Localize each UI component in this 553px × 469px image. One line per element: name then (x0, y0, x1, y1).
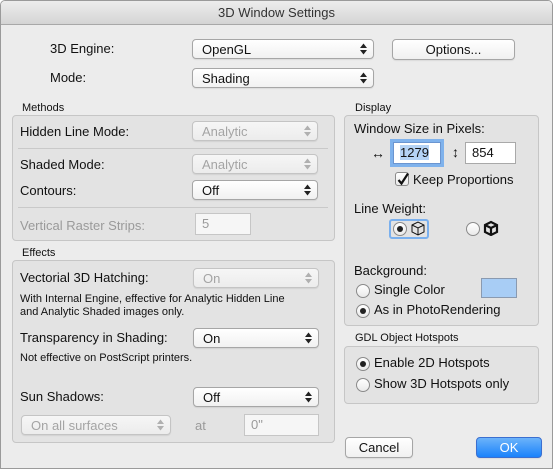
photorendering-radio[interactable] (356, 304, 370, 318)
shaded-mode-select[interactable]: Analytic (192, 154, 318, 174)
sun-shadows-label: Sun Shadows: (20, 389, 104, 404)
raster-strips-field[interactable]: 5 (195, 213, 251, 235)
transparency-value: On (203, 331, 221, 346)
hidden-line-label: Hidden Line Mode: (20, 124, 130, 139)
updown-arrows-icon (305, 391, 312, 403)
contours-label: Contours: (20, 183, 77, 198)
width-value: 1279 (400, 145, 429, 160)
width-field[interactable]: 1279 (393, 142, 441, 164)
line-weight-uniform-radio[interactable] (393, 222, 407, 236)
hatching-note-line2: and Analytic Shaded images only. (20, 306, 185, 318)
single-color-label: Single Color (374, 282, 445, 297)
line-weight-label: Line Weight: (354, 201, 427, 216)
effects-group: Vectorial 3D Hatching: On With Internal … (12, 260, 335, 443)
engine-select[interactable]: OpenGL (192, 39, 374, 59)
hatching-label: Vectorial 3D Hatching: (20, 270, 149, 285)
line-weight-bold-radio[interactable] (466, 222, 480, 236)
background-label: Background: (354, 263, 427, 278)
shadow-height-field[interactable]: 0" (244, 414, 319, 436)
engine-select-value: OpenGL (202, 42, 252, 57)
uniform-line-icon (411, 221, 425, 236)
show-3d-hotspots-radio[interactable] (356, 378, 370, 392)
bold-line-icon (483, 220, 499, 236)
cancel-button[interactable]: Cancel (345, 437, 413, 458)
shaded-mode-label: Shaded Mode: (20, 157, 105, 172)
single-color-radio[interactable] (356, 284, 370, 298)
show-3d-hotspots-label: Show 3D Hotspots only (374, 376, 510, 391)
surfaces-select[interactable]: On all surfaces (21, 415, 171, 435)
mode-select[interactable]: Shading (192, 68, 374, 88)
hidden-line-select[interactable]: Analytic (192, 121, 318, 141)
divider (18, 148, 328, 149)
shaded-mode-value: Analytic (202, 157, 248, 172)
updown-arrows-icon (304, 158, 311, 170)
horizontal-arrows-icon: ↔ (371, 145, 385, 161)
updown-arrows-icon (304, 125, 311, 137)
contours-select[interactable]: Off (192, 180, 318, 200)
sun-shadows-select[interactable]: Off (193, 387, 319, 407)
raster-strips-label: Vertical Raster Strips: (20, 218, 145, 233)
updown-arrows-icon (305, 332, 312, 344)
settings-dialog: 3D Window Settings 3D Engine: OpenGL Opt… (0, 0, 553, 469)
at-label: at (195, 418, 206, 433)
transparency-note: Not effective on PostScript printers. (20, 352, 193, 364)
display-group: Window Size in Pixels: ↔ 1279 ↕ 854 Keep… (344, 115, 539, 326)
transparency-select[interactable]: On (193, 328, 319, 348)
hatching-note-line1: With Internal Engine, effective for Anal… (20, 293, 285, 305)
enable-2d-hotspots-label: Enable 2D Hotspots (374, 355, 490, 370)
updown-arrows-icon (304, 184, 311, 196)
surfaces-value: On all surfaces (31, 418, 118, 433)
ok-button[interactable]: OK (476, 437, 542, 458)
transparency-label: Transparency in Shading: (20, 330, 168, 345)
enable-2d-hotspots-radio[interactable] (356, 357, 370, 371)
options-button[interactable]: Options... (392, 39, 515, 60)
updown-arrows-icon (157, 419, 164, 431)
updown-arrows-icon (360, 72, 367, 84)
keep-proportions-checkbox[interactable] (395, 172, 409, 186)
checkmark-icon (397, 172, 409, 186)
hatching-select[interactable]: On (193, 268, 319, 288)
vertical-arrows-icon: ↕ (452, 144, 459, 160)
gdl-group: Enable 2D Hotspots Show 3D Hotspots only (344, 346, 539, 404)
methods-header: Methods (22, 102, 65, 114)
updown-arrows-icon (305, 272, 312, 284)
hatching-value: On (203, 271, 221, 286)
mode-label: Mode: (50, 70, 87, 85)
window-size-label: Window Size in Pixels: (354, 121, 485, 136)
updown-arrows-icon (360, 43, 367, 55)
divider (18, 207, 328, 208)
methods-group: Hidden Line Mode: Analytic Shaded Mode: … (12, 115, 335, 241)
engine-label: 3D Engine: (50, 41, 115, 56)
effects-header: Effects (22, 247, 56, 259)
height-field[interactable]: 854 (465, 142, 516, 164)
contours-value: Off (202, 183, 220, 198)
hidden-line-value: Analytic (202, 124, 248, 139)
keep-proportions-label: Keep Proportions (413, 172, 514, 187)
window-title: 3D Window Settings (1, 1, 552, 25)
gdl-header: GDL Object Hotspots (355, 332, 459, 344)
mode-select-value: Shading (202, 71, 250, 86)
photorendering-label: As in PhotoRendering (374, 302, 501, 317)
background-color-swatch[interactable] (481, 278, 517, 298)
sun-shadows-value: Off (203, 390, 221, 405)
display-header: Display (355, 102, 392, 114)
